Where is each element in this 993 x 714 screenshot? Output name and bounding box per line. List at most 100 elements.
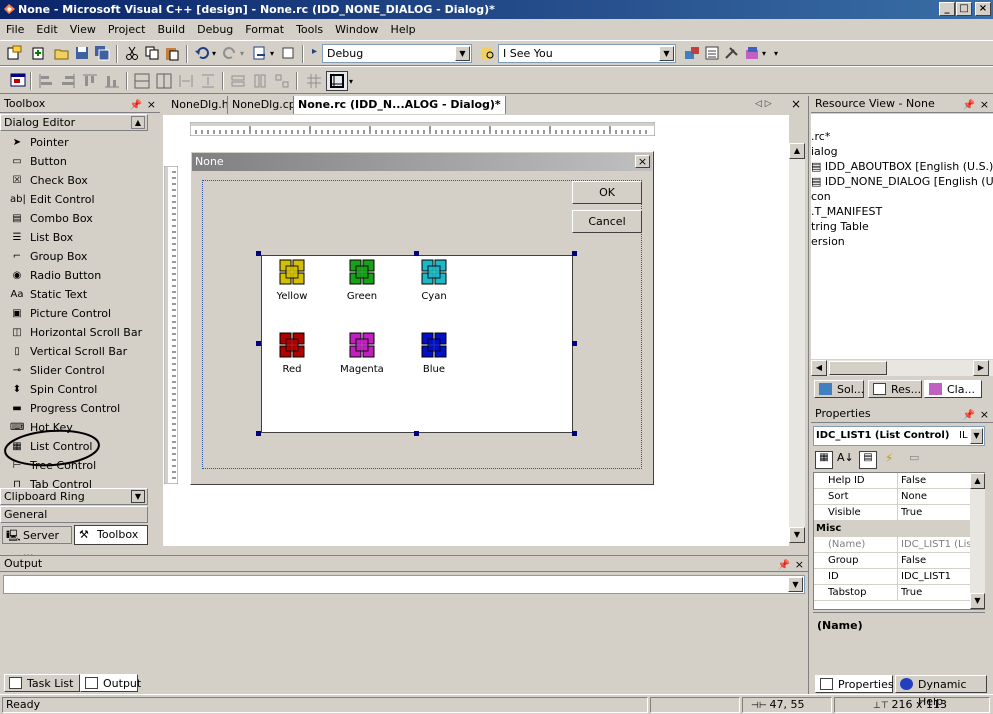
chevron-down-icon[interactable]: ▼ <box>788 577 803 592</box>
toolbox-item-button[interactable]: ▭ Button <box>0 152 158 171</box>
scroll-down-icon[interactable]: ▼ <box>970 593 985 609</box>
copy-icon[interactable] <box>144 45 160 61</box>
space-across-icon[interactable] <box>178 73 194 89</box>
resize-handle[interactable] <box>572 341 577 346</box>
toolbox-item-horizontal-scroll-bar[interactable]: ◫ Horizontal Scroll Bar <box>0 323 158 342</box>
scroll-up-icon[interactable]: ▲ <box>789 143 805 159</box>
align-lefts-icon[interactable] <box>38 73 54 89</box>
output-pane-selector[interactable]: ▼ <box>3 575 805 594</box>
resize-handle[interactable] <box>256 251 261 256</box>
toolbox-item-spin-control[interactable]: ⬍ Spin Control <box>0 380 158 399</box>
navigate-back-icon[interactable] <box>252 45 268 61</box>
find-combo[interactable]: I See You ▼ <box>498 44 676 63</box>
list-item[interactable]: Blue <box>404 332 464 375</box>
resource-tree-node[interactable]: .T_MANIFEST <box>811 205 882 218</box>
save-icon[interactable] <box>74 45 90 61</box>
make-same-height-icon[interactable] <box>252 73 268 89</box>
close-button[interactable]: × <box>975 2 991 16</box>
add-item-icon[interactable] <box>30 45 46 61</box>
make-same-size-icon[interactable] <box>274 73 290 89</box>
resview-hscrollbar[interactable]: ◀ ▶ <box>811 360 993 376</box>
make-same-width-icon[interactable] <box>230 73 246 89</box>
alphabetical-icon[interactable]: A↓ <box>837 451 854 464</box>
toolbox-item-slider-control[interactable]: ⊸ Slider Control <box>0 361 158 380</box>
menu-tools[interactable]: Tools <box>290 19 329 40</box>
property-row[interactable]: ID IDC_LIST1 <box>814 569 984 585</box>
scroll-thumb[interactable] <box>829 361 887 375</box>
center-vertical-icon[interactable] <box>134 73 150 89</box>
maximize-button[interactable]: □ <box>956 2 972 16</box>
property-row[interactable]: Tabstop True <box>814 585 984 601</box>
menu-build[interactable]: Build <box>151 19 191 40</box>
menu-file[interactable]: File <box>0 19 30 40</box>
scroll-up-icon[interactable]: ▲ <box>131 116 145 129</box>
paste-icon[interactable] <box>164 45 180 61</box>
resize-handle[interactable] <box>414 431 419 436</box>
scroll-right-icon[interactable]: ▶ <box>973 360 989 376</box>
scroll-tabs-icon[interactable]: ◁ ▷ <box>755 99 772 109</box>
property-row[interactable]: Group False <box>814 553 984 569</box>
pin-icon[interactable]: 📌 <box>130 98 142 114</box>
toolbox-item-edit-control[interactable]: ab| Edit Control <box>0 190 158 209</box>
resize-handle[interactable] <box>414 251 419 256</box>
align-rights-icon[interactable] <box>60 73 76 89</box>
list-item[interactable]: Red <box>262 332 322 375</box>
pin-icon[interactable]: 📌 <box>963 408 975 424</box>
property-row[interactable]: Help ID False <box>814 473 984 489</box>
save-all-icon[interactable] <box>94 45 110 61</box>
menu-window[interactable]: Window <box>329 19 384 40</box>
close-icon[interactable]: × <box>147 97 156 113</box>
menu-debug[interactable]: Debug <box>191 19 239 40</box>
minimize-button[interactable]: _ <box>939 2 955 16</box>
resource-tree[interactable]: .rc* ialog ▤ IDD_ABOUTBOX [English (U.S.)]… <box>811 114 993 359</box>
task-list-tab[interactable]: Task List <box>4 674 80 692</box>
solution-explorer-icon[interactable] <box>684 45 700 61</box>
align-tops-icon[interactable] <box>82 73 98 89</box>
class-view-icon[interactable] <box>744 45 760 61</box>
new-project-icon[interactable] <box>6 45 22 61</box>
resize-handle[interactable] <box>256 431 261 436</box>
undo-icon[interactable] <box>194 45 210 61</box>
close-icon[interactable]: × <box>980 97 989 113</box>
class-tab[interactable]: Cla... <box>924 380 982 398</box>
categorized-icon[interactable]: ▦ <box>815 451 833 469</box>
properties-icon[interactable]: ▤ <box>859 451 877 469</box>
list-item[interactable]: Cyan <box>404 259 464 302</box>
solution-tab[interactable]: Sol... <box>814 380 864 398</box>
chevron-down-icon[interactable]: ▼ <box>659 46 674 61</box>
chevron-down-icon[interactable]: ▼ <box>970 428 983 444</box>
toolbox-tab[interactable]: ⚒ Toolbox <box>74 525 148 545</box>
scroll-up-icon[interactable]: ▲ <box>970 473 985 489</box>
property-row[interactable]: Misc <box>814 521 984 537</box>
horizontal-ruler[interactable] <box>190 122 655 136</box>
list-item[interactable]: Green <box>332 259 392 302</box>
pin-icon[interactable]: 📌 <box>963 98 975 114</box>
output-tab[interactable]: Output <box>80 674 141 692</box>
list-item[interactable]: Yellow <box>262 259 322 302</box>
dialog-editor-tab[interactable]: Dialog Editor ▲ <box>0 114 148 131</box>
resource-tree-node[interactable]: .rc* <box>811 130 830 143</box>
navigate-forward-icon[interactable] <box>280 45 296 61</box>
property-row[interactable]: Visible True <box>814 505 984 521</box>
dynamic-help-tab[interactable]: Dynamic Help <box>895 675 987 708</box>
menu-edit[interactable]: Edit <box>30 19 63 40</box>
events-icon[interactable]: ⚡ <box>885 451 893 465</box>
pin-icon[interactable]: 📌 <box>778 558 790 574</box>
tab-nonedlg-h[interactable]: NoneDlg.h <box>167 96 233 114</box>
toggle-grid-icon[interactable] <box>306 73 322 89</box>
object-selector[interactable]: IDC_LIST1 (List Control) IL ▼ <box>813 426 985 446</box>
property-grid[interactable]: Help ID False Sort None Visible True Misc (Name… <box>813 472 985 610</box>
chevron-down-icon[interactable]: ▼ <box>455 46 470 61</box>
resource-tree-node[interactable]: ▤ IDD_NONE_DIALOG [English (U.S.)] <box>811 175 993 188</box>
toolbox-item-picture-control[interactable]: ▣ Picture Control <box>0 304 158 323</box>
general-tab[interactable]: General <box>0 506 148 523</box>
open-icon[interactable] <box>54 45 70 61</box>
resource-tree-node[interactable]: ialog <box>811 145 838 158</box>
menu-format[interactable]: Format <box>239 19 290 40</box>
menu-help[interactable]: Help <box>385 19 422 40</box>
vertical-ruler[interactable] <box>164 166 178 484</box>
output-text[interactable] <box>3 596 805 668</box>
toolbox-item-list-box[interactable]: ☰ List Box <box>0 228 158 247</box>
dialog-caption[interactable]: None × <box>192 153 652 171</box>
scroll-down-icon[interactable]: ▼ <box>789 527 805 543</box>
